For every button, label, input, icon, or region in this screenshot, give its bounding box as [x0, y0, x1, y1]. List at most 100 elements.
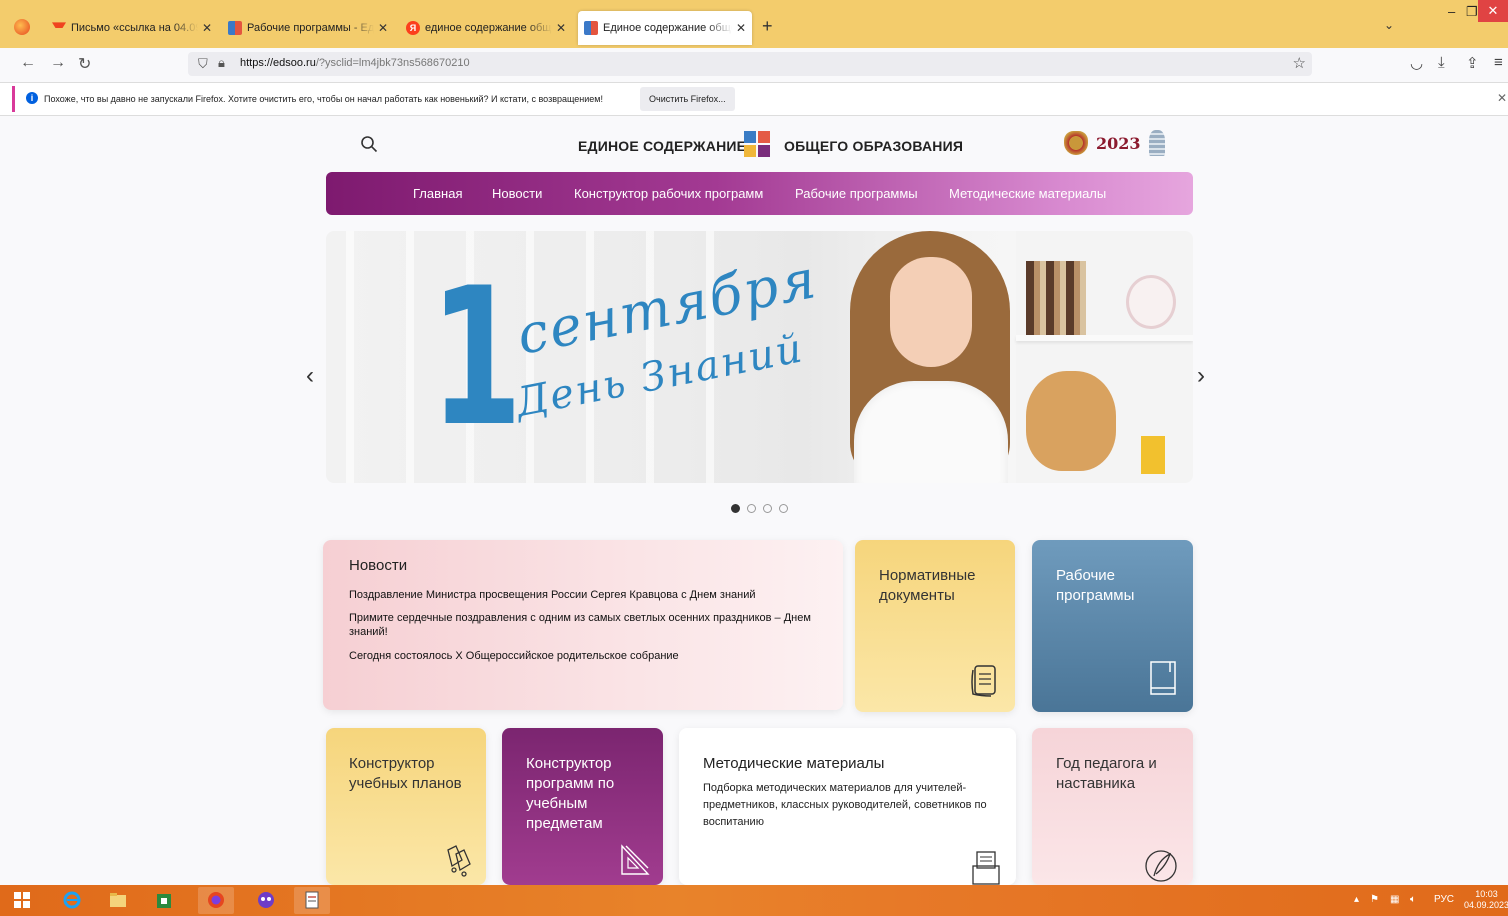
feather-emblem-icon — [1145, 850, 1177, 882]
mail-icon — [52, 22, 66, 34]
methodical-materials-card[interactable]: Методические материалы Подборка методиче… — [679, 728, 1016, 885]
action-center-flag-icon[interactable]: ⚑ — [1370, 894, 1379, 905]
tab-yandex-search[interactable]: Я единое содержание общего образования ✕ — [400, 12, 572, 44]
volume-icon[interactable]: 🔈︎ — [1410, 894, 1416, 905]
slider-dot[interactable] — [779, 504, 788, 513]
minimize-icon[interactable]: – — [1448, 4, 1455, 19]
tray-expand-icon[interactable]: ▴ — [1354, 894, 1359, 905]
network-icon[interactable]: ▦ — [1390, 894, 1399, 905]
subject-program-constructor-card[interactable]: Конструктор программ по учебным предмета… — [502, 728, 663, 885]
internet-explorer-icon — [63, 891, 81, 909]
close-notification-icon[interactable]: ✕ — [1497, 91, 1507, 105]
restore-icon[interactable]: ❐ — [1466, 4, 1478, 20]
firefox-view-icon[interactable] — [14, 19, 30, 35]
shelf-board — [1016, 335, 1193, 341]
downloads-icon[interactable]: ⤓ — [1438, 54, 1445, 71]
news-item[interactable]: Сегодня состоялось X Общероссийское роди… — [349, 649, 839, 663]
card-title: Конструктор программ по учебным предмета… — [526, 755, 615, 832]
printer-documents-icon — [972, 851, 1000, 885]
taskbar-internet-explorer[interactable] — [54, 887, 90, 914]
site-icon — [584, 21, 598, 35]
windows-taskbar: ▴ ⚑ ▦ 🔈︎ РУС 10:03 04.09.2023 — [0, 885, 1508, 916]
taskbar-firefox[interactable] — [198, 887, 234, 914]
menu-item-methodical-materials[interactable]: Методические материалы — [949, 186, 1106, 201]
menu-item-program-constructor[interactable]: Конструктор рабочих программ — [574, 186, 763, 201]
site-title-right[interactable]: ОБЩЕГО ОБРАЗОВАНИЯ — [784, 138, 963, 154]
yandex-icon: Я — [406, 21, 420, 35]
ruler-triangle-icon — [621, 844, 650, 875]
taskbar-app-mask[interactable] — [248, 887, 284, 914]
menu-item-news[interactable]: Новости — [492, 186, 542, 201]
navigation-toolbar: ← → ↻ ⛉ 🔒︎ https://edsoo.ru/?ysclid=lm4j… — [0, 48, 1508, 80]
window-close-icon[interactable]: ✕ — [1478, 0, 1508, 22]
news-card: Новости Поздравление Министра просвещени… — [323, 540, 843, 710]
normative-documents-card[interactable]: Нормативные документы — [855, 540, 1015, 712]
news-item[interactable]: Поздравление Министра просвещения России… — [349, 588, 839, 602]
year-of-teacher-card[interactable]: Год педагога и наставника — [1032, 728, 1193, 885]
slider-next-arrow[interactable]: › — [1197, 362, 1205, 390]
menu-item-home[interactable]: Главная — [413, 186, 462, 201]
notification-text: Похоже, что вы давно не запускали Firefo… — [44, 94, 603, 104]
search-icon[interactable] — [360, 135, 378, 153]
share-icon[interactable]: ⇪ — [1466, 54, 1479, 72]
tab-title: Единое содержание общего образования — [603, 22, 732, 34]
teddy-bear-image — [1026, 371, 1116, 471]
curriculum-constructor-card[interactable]: Конструктор учебных планов — [326, 728, 486, 885]
slider-dot[interactable] — [747, 504, 756, 513]
notification-accent — [12, 86, 15, 112]
notification-bar: i Похоже, что вы давно не запускали Fire… — [0, 82, 1508, 116]
card-title: Год педагога и наставника — [1056, 755, 1157, 792]
bookmark-star-icon[interactable]: ☆ — [1293, 54, 1306, 72]
document-app-icon — [305, 891, 319, 909]
menu-item-work-programs[interactable]: Рабочие программы — [795, 186, 918, 201]
hamburger-menu-icon[interactable]: ≡ — [1494, 54, 1503, 71]
start-button[interactable] — [4, 887, 40, 914]
pencil-cup-image — [1141, 436, 1165, 474]
tab-title: Рабочие программы - Единое содержание — [247, 22, 374, 34]
hero-slider[interactable]: 1 сентября День Знаний — [326, 231, 1193, 483]
clock-time: 10:03 — [1475, 889, 1498, 899]
slide-big-number: 1 — [430, 247, 523, 468]
site-logo-icon[interactable] — [744, 131, 770, 158]
news-title[interactable]: Новости — [349, 556, 407, 576]
main-menu: Главная Новости Конструктор рабочих прог… — [326, 172, 1193, 215]
card-title: Методические материалы — [703, 755, 885, 772]
slider-dot[interactable] — [763, 504, 772, 513]
card-title: Рабочие программы — [1056, 567, 1135, 604]
year-of-teacher-logo: 2023 — [1096, 133, 1141, 153]
close-tab-icon[interactable]: ✕ — [736, 21, 746, 35]
tab-programs[interactable]: Рабочие программы - Единое содержание ✕ — [222, 12, 394, 44]
taskbar-file-explorer[interactable] — [100, 887, 136, 914]
url-text[interactable]: https://edsoo.ru/?ysclid=lm4jbk73ns56867… — [240, 57, 470, 69]
language-indicator[interactable]: РУС — [1434, 894, 1454, 905]
alarm-clock-image — [1126, 275, 1176, 329]
new-tab-button[interactable]: + — [762, 16, 773, 37]
address-bar[interactable]: ⛉ 🔒︎ https://edsoo.ru/?ysclid=lm4jbk73ns… — [188, 52, 1312, 76]
clock-date: 04.09.2023 — [1464, 900, 1508, 910]
mask-app-icon — [258, 892, 274, 908]
tab-title: единое содержание общего образования — [425, 22, 552, 34]
tab-edsoo-active[interactable]: Единое содержание общего образования ✕ — [578, 11, 752, 45]
pocket-icon[interactable]: ◡ — [1410, 54, 1423, 72]
refresh-firefox-button[interactable]: Очистить Firefox... — [640, 87, 735, 111]
list-all-tabs-icon[interactable]: ⌄ — [1384, 18, 1394, 32]
tab-mail[interactable]: Письмо «ссылка на 04.09» — Яндекс Почта … — [46, 12, 218, 44]
site-title-left[interactable]: ЕДИНОЕ СОДЕРЖАНИЕ — [578, 138, 746, 154]
work-programs-card[interactable]: Рабочие программы — [1032, 540, 1193, 712]
slider-prev-arrow[interactable]: ‹ — [306, 362, 314, 390]
taskbar-document[interactable] — [294, 887, 330, 914]
lock-icon[interactable]: 🔒︎ — [218, 55, 225, 71]
back-icon[interactable]: ← — [20, 54, 36, 72]
reload-icon[interactable]: ↻ — [78, 54, 91, 74]
close-tab-icon[interactable]: ✕ — [202, 21, 212, 35]
news-item[interactable]: Примите сердечные поздравления с одним и… — [349, 611, 839, 639]
taskbar-store[interactable] — [146, 887, 182, 914]
info-icon: i — [26, 92, 38, 104]
close-tab-icon[interactable]: ✕ — [378, 21, 388, 35]
schoolgirl-photo — [826, 231, 1036, 483]
slider-dot[interactable] — [731, 504, 740, 513]
taskbar-clock[interactable]: 10:03 04.09.2023 — [1464, 889, 1508, 911]
forward-icon[interactable]: → — [50, 54, 66, 72]
close-tab-icon[interactable]: ✕ — [556, 21, 566, 35]
tracking-protection-icon[interactable]: ⛉ — [198, 56, 208, 72]
